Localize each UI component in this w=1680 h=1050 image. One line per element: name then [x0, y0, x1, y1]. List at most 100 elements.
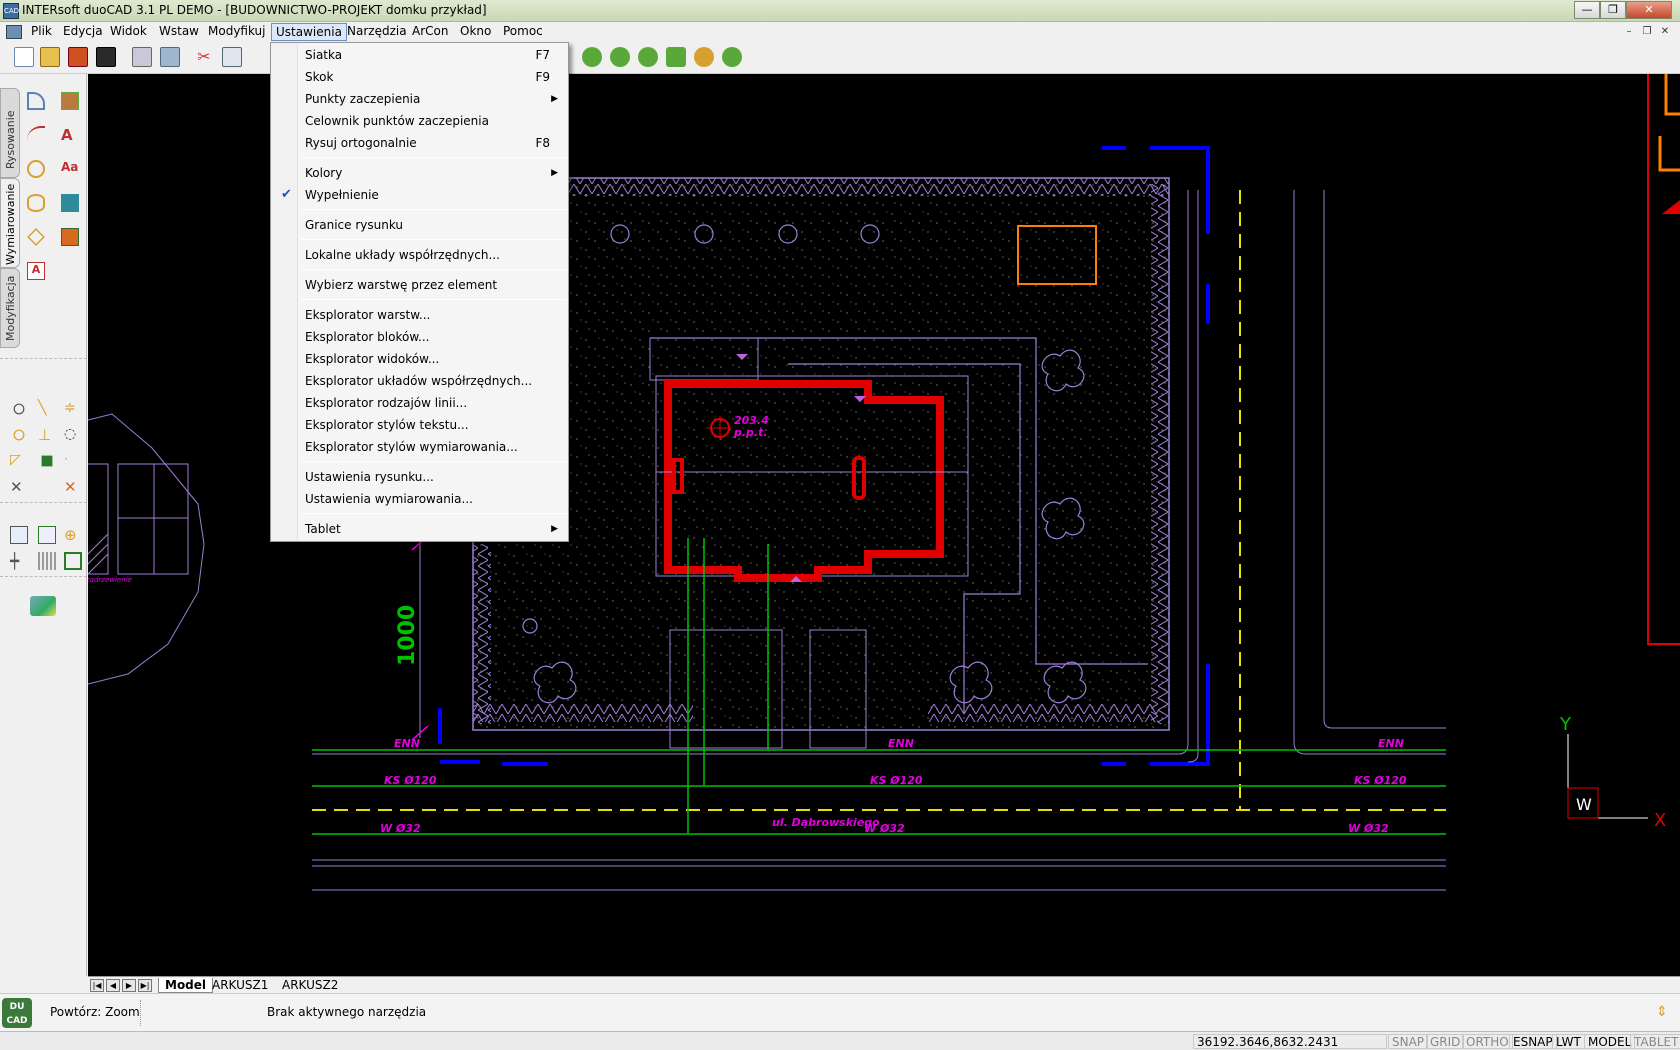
snap-nearest-icon[interactable]: ·	[64, 452, 82, 470]
menu-item-eksplorator-blokow[interactable]: Eksplorator bloków...	[273, 327, 566, 348]
snap-line-icon[interactable]: ╲	[38, 400, 56, 418]
menu-item-eksplorator-stylow-tekstu[interactable]: Eksplorator stylów tekstu...	[273, 415, 566, 436]
close-button[interactable]: ✕	[1626, 1, 1672, 19]
text-icon[interactable]: A	[61, 126, 79, 144]
tab-rysowanie[interactable]: Rysowanie	[0, 88, 20, 178]
polyline-icon[interactable]	[27, 92, 45, 110]
snap-parallel-icon[interactable]: ≑	[64, 400, 82, 418]
prev-sheet-button[interactable]: ◀	[106, 979, 120, 992]
toggle-model[interactable]: MODEL	[1584, 1034, 1636, 1049]
menu-ustawienia[interactable]: Ustawienia	[271, 23, 347, 41]
snap-tangent-icon[interactable]: ◌	[64, 426, 82, 444]
next-sheet-button[interactable]: ▶	[122, 979, 136, 992]
menu-item-eksplorator-widokow[interactable]: Eksplorator widoków...	[273, 349, 566, 370]
snap-circle-icon[interactable]	[13, 403, 25, 415]
menu-modyfikuj[interactable]: Modyfikuj	[204, 23, 270, 41]
tab-model[interactable]: Model	[158, 978, 214, 993]
toggle-snap[interactable]: SNAP	[1388, 1034, 1429, 1049]
cut-icon[interactable]: ✂	[194, 47, 214, 67]
menu-widok[interactable]: Widok	[106, 23, 151, 41]
ellipse-icon[interactable]	[27, 194, 45, 212]
street-edge	[312, 859, 1446, 891]
polygon-icon[interactable]	[27, 228, 45, 246]
text-field-icon[interactable]: A	[27, 262, 45, 280]
snap-settings-icon[interactable]	[38, 526, 56, 544]
menu-wstaw[interactable]: Wstaw	[155, 23, 203, 41]
toggle-lwt[interactable]: LWT	[1552, 1034, 1585, 1049]
save-icon[interactable]	[68, 47, 88, 67]
menu-item-lokalne-uklady[interactable]: Lokalne układy współrzędnych...	[273, 245, 566, 266]
zoom-window-icon[interactable]	[666, 47, 686, 67]
tab-arkusz1[interactable]: ARKUSZ1	[206, 978, 274, 993]
insert-block-icon[interactable]	[61, 194, 79, 212]
zoom-out-icon[interactable]	[610, 47, 630, 67]
toggle-tablet[interactable]: TABLET	[1630, 1034, 1680, 1049]
first-sheet-button[interactable]: |◀	[90, 979, 104, 992]
snap-perpendicular-icon[interactable]: ⊥	[38, 426, 56, 444]
attribute-icon[interactable]	[61, 228, 79, 246]
zoom-all-icon[interactable]	[694, 47, 714, 67]
menu-narzedzia[interactable]: Narzędzia	[343, 23, 411, 41]
toggle-esnap[interactable]: ESNAP	[1509, 1034, 1557, 1049]
snap-none-icon[interactable]: ✕	[64, 478, 82, 496]
menu-arcon[interactable]: ArCon	[408, 23, 452, 41]
menu-item-ustawienia-rysunku[interactable]: Ustawienia rysunku...	[273, 467, 566, 488]
zoom-extents-icon[interactable]	[722, 47, 742, 67]
snap-insert-icon[interactable]	[41, 455, 53, 467]
menu-item-ustawienia-wymiarowania[interactable]: Ustawienia wymiarowania...	[273, 489, 566, 510]
edit-pencil-icon[interactable]	[96, 47, 116, 67]
menu-plik[interactable]: Plik	[27, 23, 56, 41]
menu-item-tablet[interactable]: Tablet ▶	[273, 519, 566, 540]
print-preview-icon[interactable]	[160, 47, 180, 67]
pin-icon[interactable]: ⇕	[1656, 1004, 1668, 1022]
tab-arkusz2[interactable]: ARKUSZ2	[276, 978, 344, 993]
menu-item-rysuj-ortogonalnie[interactable]: Rysuj ortogonalnie F8	[273, 133, 566, 154]
mdi-minimize-button[interactable]: –	[1621, 25, 1637, 40]
menu-item-wypelnienie[interactable]: ✔ Wypełnienie	[273, 185, 566, 206]
menu-item-eksplorator-stylow-wymiarowania[interactable]: Eksplorator stylów wymiarowania...	[273, 437, 566, 458]
document-icon[interactable]	[6, 25, 22, 39]
menu-item-skok[interactable]: Skok F9	[273, 67, 566, 88]
maximize-button[interactable]: ❐	[1600, 1, 1626, 19]
mdi-restore-button[interactable]: ❐	[1639, 25, 1655, 40]
snap-center-icon[interactable]	[13, 429, 25, 441]
hatch-icon[interactable]	[61, 92, 79, 110]
zoom-realtime-icon[interactable]	[638, 47, 658, 67]
grid-settings-icon[interactable]	[10, 526, 28, 544]
menu-item-eksplorator-warstw[interactable]: Eksplorator warstw...	[273, 305, 566, 326]
menu-okno[interactable]: Okno	[456, 23, 495, 41]
toggle-ortho[interactable]: ORTHO	[1462, 1034, 1513, 1049]
multiline-text-icon[interactable]: Aa	[61, 160, 79, 178]
layers-icon[interactable]	[30, 596, 56, 616]
menu-item-siatka[interactable]: Siatka F7	[273, 45, 566, 66]
copy-icon[interactable]	[222, 47, 242, 67]
menu-pomoc[interactable]: Pomoc	[499, 23, 547, 41]
menu-item-punkty-zaczepienia[interactable]: Punkty zaczepienia ▶	[273, 89, 566, 110]
tab-wymiarowanie[interactable]: Wymiarowanie	[0, 178, 20, 268]
menu-item-eksplorator-ukladow[interactable]: Eksplorator układów współrzędnych...	[273, 371, 566, 392]
menu-item-eksplorator-rodzajow-linii[interactable]: Eksplorator rodzajów linii...	[273, 393, 566, 414]
menu-edycja[interactable]: Edycja	[59, 23, 107, 41]
zoom-in-icon[interactable]	[582, 47, 602, 67]
minimize-button[interactable]: —	[1574, 1, 1600, 19]
menu-item-granice-rysunku[interactable]: Granice rysunku	[273, 215, 566, 236]
mdi-close-button[interactable]: ✕	[1657, 25, 1673, 40]
last-sheet-button[interactable]: ▶|	[138, 979, 152, 992]
repeat-command[interactable]: Powtórz: Zoom	[50, 1005, 140, 1019]
toggle-grid[interactable]: GRID	[1426, 1034, 1465, 1049]
grid-icon[interactable]	[38, 552, 56, 570]
menu-item-kolory[interactable]: Kolory ▶	[273, 163, 566, 184]
menu-item-celownik[interactable]: Celownik punktów zaczepienia	[273, 111, 566, 132]
new-file-icon[interactable]	[14, 47, 34, 67]
tab-modyfikacja[interactable]: Modyfikacja	[0, 268, 20, 348]
snap-quadrant-icon[interactable]: ◸	[10, 452, 28, 470]
arc-icon[interactable]	[27, 126, 45, 144]
ortho-icon[interactable]: ⊕	[64, 526, 82, 544]
circle-icon[interactable]	[27, 160, 45, 178]
snap-intersection-icon[interactable]: ✕	[10, 478, 28, 496]
menu-item-wybierz-warstwe[interactable]: Wybierz warstwę przez element	[273, 275, 566, 296]
open-folder-icon[interactable]	[40, 47, 60, 67]
ucs-icon[interactable]: ┿	[10, 552, 28, 570]
frame-icon[interactable]	[64, 552, 82, 570]
print-icon[interactable]	[132, 47, 152, 67]
